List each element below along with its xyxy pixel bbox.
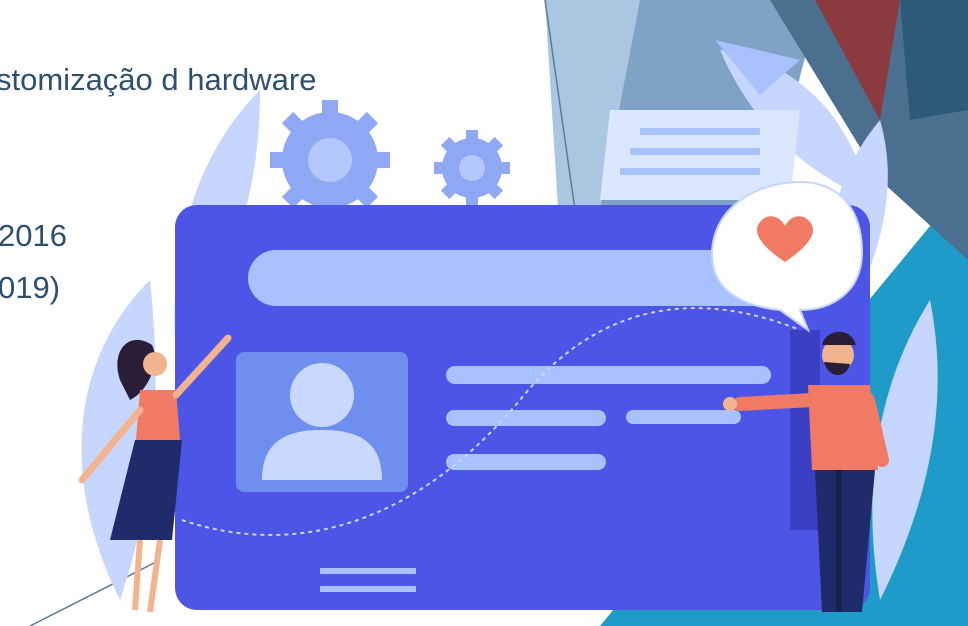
gear-icon (270, 100, 390, 220)
bg-shape-navy (900, 0, 968, 120)
gear-icon (434, 130, 510, 206)
avatar (290, 363, 354, 427)
slide-graphics (29, 0, 968, 626)
